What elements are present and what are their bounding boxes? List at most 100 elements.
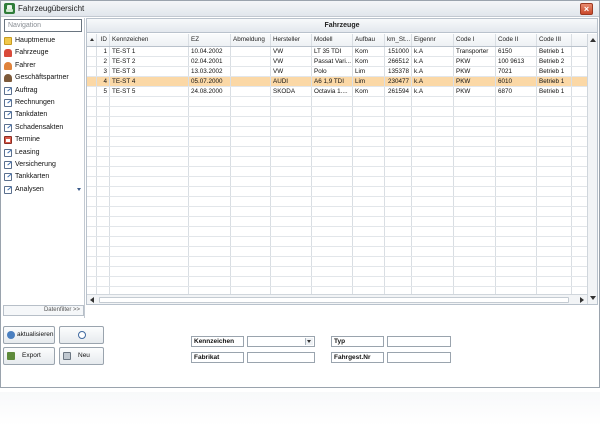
table-cell[interactable]: 6150 — [496, 47, 537, 56]
table-cell[interactable]: SKODA — [271, 87, 312, 96]
sort-column-header[interactable] — [87, 34, 97, 46]
table-cell[interactable]: 6010 — [496, 77, 537, 86]
table-cell[interactable]: PKW — [454, 57, 496, 66]
datenfilter-toggle[interactable]: Datenfilter >> — [3, 305, 84, 316]
table-cell[interactable]: Lim — [353, 67, 385, 76]
kennzeichen-select[interactable] — [247, 336, 315, 347]
table-cell[interactable] — [231, 57, 271, 66]
table-cell[interactable]: 151000 — [385, 47, 412, 56]
table-cell[interactable]: 100 9613 — [496, 57, 537, 66]
table-cell[interactable]: 24.08.2000 — [189, 87, 231, 96]
table-cell[interactable]: k.A — [412, 47, 454, 56]
table-cell[interactable]: PKW — [454, 87, 496, 96]
table-cell[interactable]: 266512 — [385, 57, 412, 66]
scroll-left-icon[interactable] — [90, 297, 94, 303]
chevron-down-icon[interactable] — [77, 187, 81, 191]
scroll-right-icon[interactable] — [580, 297, 584, 303]
scroll-up-icon[interactable] — [590, 38, 596, 42]
column-header-aufbau[interactable]: Aufbau — [353, 34, 385, 46]
table-cell[interactable]: PKW — [454, 77, 496, 86]
nav-item-tankkarten[interactable]: Tankkarten — [2, 171, 85, 183]
table-cell[interactable]: TE-ST 4 — [110, 77, 189, 86]
table-cell[interactable]: VW — [271, 67, 312, 76]
table-cell[interactable]: Betrieb 1 — [537, 77, 572, 86]
table-cell[interactable]: 7021 — [496, 67, 537, 76]
table-cell[interactable]: VW — [271, 47, 312, 56]
column-header-code-3[interactable]: Code III — [537, 34, 572, 46]
nav-item-hauptmenue[interactable]: Hauptmenue — [2, 35, 85, 47]
table-cell[interactable] — [231, 67, 271, 76]
table-cell[interactable]: VW — [271, 57, 312, 66]
table-cell[interactable]: 230477 — [385, 77, 412, 86]
table-row[interactable]: 5 TE-ST 5 24.08.2000 SKODA Octavia 1.... Kom 2… — [87, 87, 587, 97]
close-button[interactable]: × — [580, 3, 593, 15]
table-cell[interactable]: Betrieb 2 — [537, 57, 572, 66]
nav-item-tankdaten[interactable]: Tankdaten — [2, 109, 85, 121]
table-cell[interactable]: A6 1,9 TDI — [312, 77, 353, 86]
table-cell[interactable]: 3 — [97, 67, 110, 76]
table-cell[interactable]: 261594 — [385, 87, 412, 96]
column-header-kennzeichen[interactable]: Kennzeichen — [110, 34, 189, 46]
horizontal-scrollbar[interactable] — [87, 294, 587, 304]
table-cell[interactable]: AUDI — [271, 77, 312, 86]
table-cell[interactable]: 135378 — [385, 67, 412, 76]
table-cell[interactable]: Betrieb 1 — [537, 87, 572, 96]
column-header-eigennr[interactable]: Eigennr — [412, 34, 454, 46]
fahrgestnr-input[interactable] — [387, 352, 451, 363]
column-header-code-1[interactable]: Code I — [454, 34, 496, 46]
table-cell[interactable]: TE-ST 5 — [110, 87, 189, 96]
table-row[interactable]: 1 TE-ST 1 10.04.2002 VW LT 35 TDI Kom 151000 k.… — [87, 47, 587, 57]
table-cell[interactable] — [231, 47, 271, 56]
table-cell[interactable]: 2 — [97, 57, 110, 66]
table-cell[interactable]: Octavia 1.... — [312, 87, 353, 96]
nav-item-schadensakten[interactable]: Schadensakten — [2, 122, 85, 134]
typ-input[interactable] — [387, 336, 451, 347]
table-cell[interactable]: k.A — [412, 87, 454, 96]
table-cell[interactable]: Betrieb 1 — [537, 47, 572, 56]
column-header-ez[interactable]: EZ — [189, 34, 231, 46]
table-cell[interactable]: Kom — [353, 87, 385, 96]
nav-item-auftrag[interactable]: Auftrag — [2, 85, 85, 97]
table-cell[interactable]: 05.07.2000 — [189, 77, 231, 86]
table-cell[interactable]: k.A — [412, 77, 454, 86]
table-cell[interactable]: TE-ST 3 — [110, 67, 189, 76]
table-cell[interactable]: k.A — [412, 57, 454, 66]
nav-item-fahrzeuge[interactable]: Fahrzeuge — [2, 47, 85, 59]
nav-item-rechnungen[interactable]: Rechnungen — [2, 97, 85, 109]
nav-item-analysen[interactable]: Analysen — [2, 184, 85, 196]
table-row[interactable]: 4 TE-ST 4 05.07.2000 AUDI A6 1,9 TDI Lim 23047… — [87, 77, 587, 87]
table-cell[interactable]: Lim — [353, 77, 385, 86]
table-cell[interactable]: 5 — [97, 87, 110, 96]
table-cell[interactable]: 10.04.2002 — [189, 47, 231, 56]
table-cell[interactable]: 4 — [97, 77, 110, 86]
nav-item-termine[interactable]: Termine — [2, 134, 85, 146]
table-cell[interactable]: TE-ST 2 — [110, 57, 189, 66]
scroll-down-icon[interactable] — [590, 296, 596, 300]
table-row[interactable]: 2 TE-ST 2 02.04.2001 VW Passat Vari... Kom 266… — [87, 57, 587, 67]
column-header-id[interactable]: ID — [97, 34, 110, 46]
refresh-button[interactable]: aktualisieren — [3, 326, 55, 344]
table-cell[interactable]: LT 35 TDI — [312, 47, 353, 56]
new-button[interactable]: Neu — [59, 347, 104, 365]
table-cell[interactable]: 1 — [97, 47, 110, 56]
export-button[interactable]: Export — [3, 347, 55, 365]
column-header-code-2[interactable]: Code II — [496, 34, 537, 46]
table-cell[interactable]: Passat Vari... — [312, 57, 353, 66]
nav-item-versicherung[interactable]: Versicherung — [2, 159, 85, 171]
scrollbar-thumb[interactable] — [99, 297, 569, 303]
table-cell[interactable]: k.A — [412, 67, 454, 76]
table-cell[interactable]: TE-ST 1 — [110, 47, 189, 56]
nav-item-geschaeftspartner[interactable]: Geschäftspartner — [2, 72, 85, 84]
column-header-km-stand[interactable]: km_St... — [385, 34, 412, 46]
vertical-scrollbar[interactable] — [587, 34, 597, 304]
nav-item-fahrer[interactable]: Fahrer — [2, 60, 85, 72]
column-header-modell[interactable]: Modell — [312, 34, 353, 46]
table-cell[interactable]: 02.04.2001 — [189, 57, 231, 66]
column-header-abmeldung[interactable]: Abmeldung — [231, 34, 271, 46]
nav-item-leasing[interactable]: Leasing — [2, 147, 85, 159]
table-cell[interactable]: 13.03.2002 — [189, 67, 231, 76]
table-cell[interactable]: Polo — [312, 67, 353, 76]
table-cell[interactable] — [231, 77, 271, 86]
search-button[interactable] — [59, 326, 104, 344]
table-row[interactable]: 3 TE-ST 3 13.03.2002 VW Polo Lim 135378 k.A PKW 7… — [87, 67, 587, 77]
